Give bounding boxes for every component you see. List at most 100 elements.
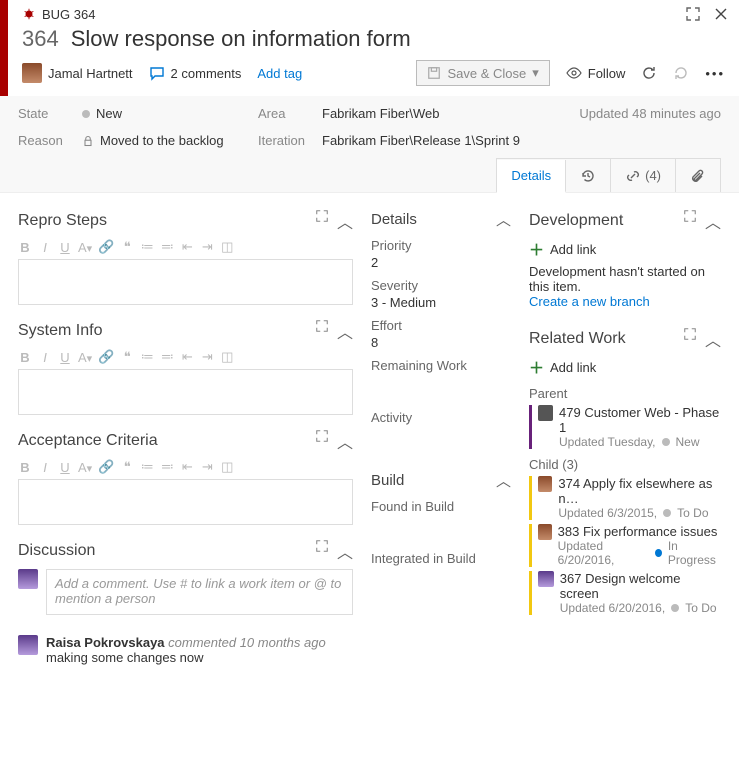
build-title: Build bbox=[371, 472, 404, 489]
integrated-in-build-label: Integrated in Build bbox=[371, 551, 511, 566]
related-title: Customer Web - Phase 1 bbox=[559, 405, 719, 435]
window-type-label: BUG 364 bbox=[42, 7, 95, 22]
comment-time: commented 10 months ago bbox=[168, 635, 326, 650]
expand-icon[interactable] bbox=[315, 209, 329, 233]
related-title: Fix performance issues bbox=[583, 524, 717, 539]
create-branch-link[interactable]: Create a new branch bbox=[529, 294, 721, 309]
related-item-child[interactable]: 383 Fix performance issues Updated 6/20/… bbox=[529, 524, 721, 567]
repro-steps-title: Repro Steps bbox=[18, 212, 107, 230]
undo-icon[interactable] bbox=[673, 65, 689, 81]
system-info-input[interactable] bbox=[18, 369, 353, 415]
tab-links[interactable]: (4) bbox=[611, 159, 676, 192]
rte-toolbar[interactable]: BIU A▾🔗❝ ≔≕⇤⇥◫ bbox=[18, 349, 353, 365]
comment-body: making some changes now bbox=[46, 650, 326, 665]
type-bar-icon bbox=[529, 405, 532, 449]
plus-icon: ＋ bbox=[529, 357, 544, 378]
fullscreen-icon[interactable] bbox=[685, 6, 701, 22]
system-info-title: System Info bbox=[18, 322, 102, 340]
avatar bbox=[538, 571, 554, 587]
chevron-up-icon[interactable]: ︿ bbox=[496, 209, 511, 230]
expand-icon[interactable] bbox=[315, 319, 329, 343]
dev-add-link[interactable]: ＋ Add link bbox=[529, 239, 721, 260]
avatar bbox=[22, 63, 42, 83]
expand-icon[interactable] bbox=[315, 429, 329, 453]
integrated-in-build-field[interactable] bbox=[371, 568, 511, 583]
comments-link[interactable]: 2 comments bbox=[149, 65, 242, 81]
tab-details[interactable]: Details bbox=[497, 160, 566, 193]
link-icon: 🔗 bbox=[98, 239, 114, 255]
state-field[interactable]: New bbox=[82, 106, 252, 121]
chevron-up-icon[interactable]: ︿ bbox=[705, 209, 721, 233]
add-tag-link[interactable]: Add tag bbox=[257, 66, 302, 81]
chevron-up-icon[interactable]: ︿ bbox=[337, 319, 353, 343]
work-item-title[interactable]: Slow response on information form bbox=[71, 26, 411, 52]
state-value: New bbox=[96, 106, 122, 121]
severity-label: Severity bbox=[371, 278, 511, 293]
follow-button[interactable]: Follow bbox=[566, 65, 626, 81]
priority-label: Priority bbox=[371, 238, 511, 253]
avatar bbox=[18, 569, 38, 589]
chevron-up-icon[interactable]: ︿ bbox=[496, 470, 511, 491]
avatar bbox=[538, 476, 553, 492]
reason-value: Moved to the backlog bbox=[100, 133, 224, 148]
related-id: 479 bbox=[559, 405, 581, 420]
type-bar-icon bbox=[529, 476, 532, 520]
area-label: Area bbox=[258, 106, 316, 121]
found-in-build-label: Found in Build bbox=[371, 499, 511, 514]
more-icon[interactable]: ••• bbox=[705, 66, 725, 81]
save-close-label: Save & Close bbox=[447, 66, 526, 81]
comments-count: 2 comments bbox=[171, 66, 242, 81]
close-icon[interactable] bbox=[713, 6, 729, 22]
tabs: Details (4) bbox=[496, 158, 721, 192]
development-title: Development bbox=[529, 212, 623, 230]
reason-field[interactable]: Moved to the backlog bbox=[82, 133, 252, 148]
bug-icon bbox=[22, 7, 36, 21]
expand-icon[interactable] bbox=[683, 327, 697, 351]
found-in-build-field[interactable] bbox=[371, 516, 511, 531]
updated-text: Updated 48 minutes ago bbox=[541, 106, 721, 121]
related-item-child[interactable]: 374 Apply fix elsewhere as n… Updated 6/… bbox=[529, 476, 721, 520]
chevron-up-icon[interactable]: ︿ bbox=[337, 429, 353, 453]
links-count: (4) bbox=[645, 168, 661, 183]
save-icon bbox=[427, 66, 441, 80]
chevron-up-icon[interactable]: ︿ bbox=[705, 327, 721, 351]
area-field[interactable]: Fabrikam Fiber\Web bbox=[322, 106, 535, 121]
tab-history[interactable] bbox=[566, 159, 611, 192]
chevron-up-icon[interactable]: ︿ bbox=[337, 539, 353, 563]
type-bar-icon bbox=[529, 571, 532, 615]
related-item-parent[interactable]: 479 Customer Web - Phase 1 Updated Tuesd… bbox=[529, 405, 721, 449]
activity-field[interactable] bbox=[371, 427, 511, 442]
assignee-field[interactable]: Jamal Hartnett bbox=[22, 63, 133, 83]
severity-field[interactable]: 3 - Medium bbox=[371, 295, 511, 310]
state-dot-icon bbox=[671, 604, 679, 612]
refresh-icon[interactable] bbox=[641, 65, 657, 81]
acceptance-input[interactable] bbox=[18, 479, 353, 525]
state-dot-icon bbox=[655, 549, 662, 557]
parent-heading: Parent bbox=[529, 386, 721, 401]
save-close-button[interactable]: Save & Close ▾ bbox=[416, 60, 549, 86]
chevron-down-icon: ▾ bbox=[532, 65, 539, 81]
chevron-up-icon[interactable]: ︿ bbox=[337, 209, 353, 233]
repro-steps-input[interactable] bbox=[18, 259, 353, 305]
child-heading: Child (3) bbox=[529, 457, 721, 472]
related-add-link[interactable]: ＋ Add link bbox=[529, 357, 721, 378]
priority-field[interactable]: 2 bbox=[371, 255, 511, 270]
tab-attachments[interactable] bbox=[676, 159, 720, 192]
related-item-child[interactable]: 367 Design welcome screen Updated 6/20/2… bbox=[529, 571, 721, 615]
related-id: 367 bbox=[560, 571, 582, 586]
remaining-work-label: Remaining Work bbox=[371, 358, 511, 373]
work-item-type-icon bbox=[538, 405, 553, 421]
iteration-field[interactable]: Fabrikam Fiber\Release 1\Sprint 9 bbox=[322, 133, 721, 148]
state-dot-icon bbox=[663, 509, 671, 517]
assignee-name: Jamal Hartnett bbox=[48, 66, 133, 81]
rte-toolbar[interactable]: BIU A▾🔗❝ ≔≕⇤⇥◫ bbox=[18, 459, 353, 475]
avatar bbox=[18, 635, 38, 655]
comment-input[interactable]: Add a comment. Use # to link a work item… bbox=[46, 569, 353, 615]
expand-icon[interactable] bbox=[683, 209, 697, 233]
rte-toolbar[interactable]: BIU A▾ 🔗❝ ≔≕⇤⇥ ◫ bbox=[18, 239, 353, 255]
effort-label: Effort bbox=[371, 318, 511, 333]
remaining-work-field[interactable] bbox=[371, 375, 511, 390]
activity-label: Activity bbox=[371, 410, 511, 425]
effort-field[interactable]: 8 bbox=[371, 335, 511, 350]
expand-icon[interactable] bbox=[315, 539, 329, 563]
